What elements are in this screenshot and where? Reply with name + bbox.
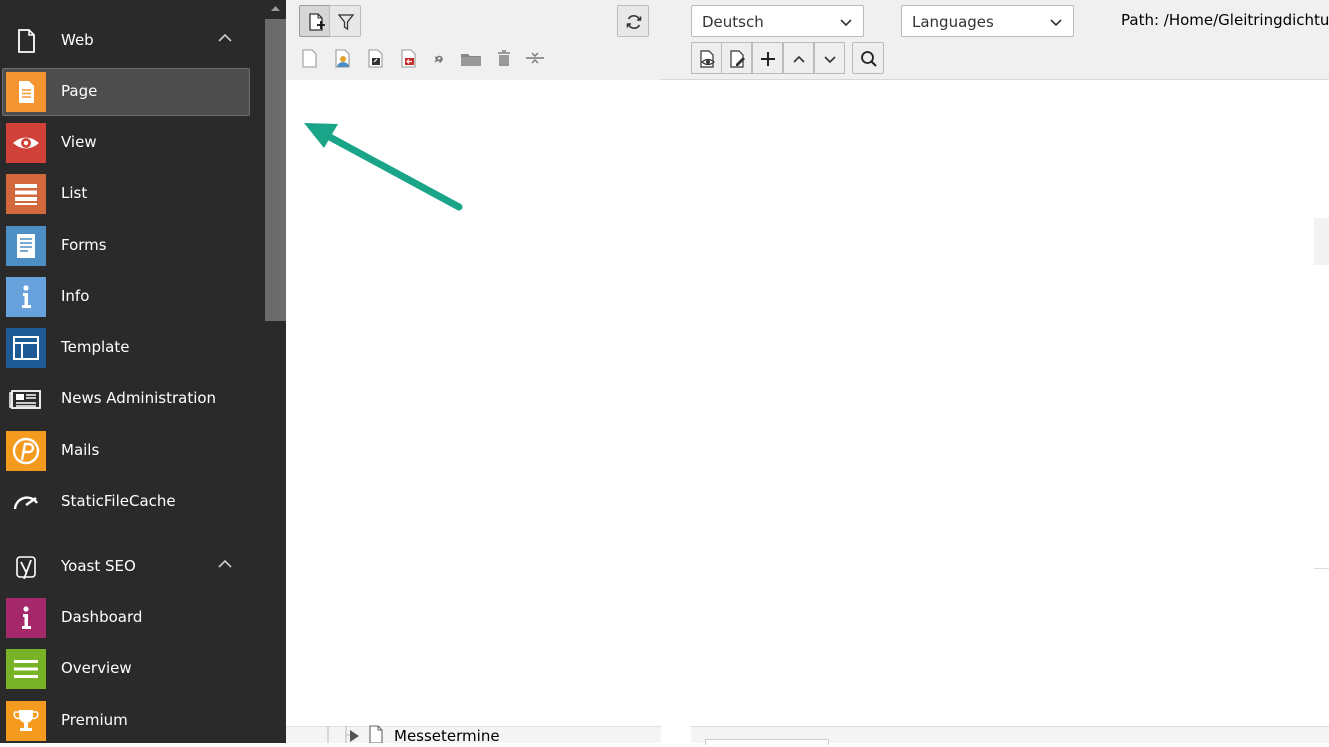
annotation-arrow-icon — [304, 123, 463, 211]
doktype-page-icon[interactable] — [298, 46, 320, 70]
doktype-folder-icon[interactable] — [460, 46, 482, 70]
content-footer — [691, 726, 1329, 745]
module-view[interactable]: View — [0, 118, 265, 167]
form-icon — [6, 226, 46, 266]
page-module-icon — [6, 72, 46, 112]
add-content-button[interactable] — [752, 42, 783, 74]
new-page-button[interactable] — [299, 5, 331, 37]
language-select[interactable]: Deutsch — [691, 5, 864, 37]
module-label: Overview — [61, 659, 132, 677]
speedometer-icon — [6, 482, 46, 522]
module-list[interactable]: List — [0, 169, 265, 218]
doktype-backend-user-icon[interactable] — [331, 46, 353, 70]
tree-node[interactable]: Messetermine — [316, 725, 656, 745]
doktype-shortcut-icon[interactable] — [364, 46, 386, 70]
chevron-down-icon — [839, 14, 853, 28]
refresh-icon — [626, 15, 642, 29]
module-dashboard[interactable]: Dashboard — [0, 593, 265, 642]
search-button[interactable] — [852, 42, 884, 74]
edit-page-icon — [730, 50, 745, 68]
chevron-down-icon — [1049, 14, 1063, 28]
info-icon — [6, 277, 46, 317]
chevron-down-icon — [824, 56, 836, 64]
view-webpage-button[interactable] — [691, 42, 722, 74]
module-label: Forms — [61, 236, 107, 254]
module-staticfilecache[interactable]: StaticFileCache — [0, 477, 265, 526]
view-page-icon — [700, 50, 715, 68]
module-label: Info — [61, 287, 90, 305]
doktype-link-icon[interactable] — [428, 46, 450, 70]
move-down-button[interactable] — [814, 42, 845, 74]
tree-node-label: Messetermine — [394, 727, 500, 745]
filter-button[interactable] — [329, 5, 361, 37]
tree-expand-icon[interactable] — [348, 728, 360, 742]
footer-tab[interactable] — [705, 739, 829, 745]
new-page-icon — [309, 13, 325, 31]
newspaper-icon — [6, 379, 46, 419]
module-label: News Administration — [61, 389, 217, 407]
move-up-button[interactable] — [783, 42, 814, 74]
module-label: StaticFileCache — [61, 492, 176, 510]
languages-select-value: Languages — [912, 13, 994, 31]
trophy-icon — [6, 701, 46, 741]
content-area: Deutsch Languages Path: /Home/Gleitringd… — [617, 0, 1329, 745]
module-template[interactable]: Template — [0, 323, 265, 372]
module-news-administration[interactable]: News Administration — [0, 374, 265, 423]
eye-icon — [6, 123, 46, 163]
module-overview[interactable]: Overview — [0, 644, 265, 693]
template-icon — [6, 328, 46, 368]
module-info[interactable]: Info — [0, 272, 265, 321]
chevron-up-icon[interactable] — [216, 29, 234, 47]
page-icon — [368, 725, 384, 744]
scroll-up-arrow-icon[interactable] — [265, 0, 286, 18]
chevron-up-icon[interactable] — [216, 555, 234, 573]
module-menu: Web Page View List Forms Info Template N… — [0, 0, 265, 743]
yoast-icon — [8, 552, 44, 582]
module-premium[interactable]: Premium — [0, 696, 265, 745]
page-path: Path: /Home/Gleitringdichtu — [1121, 11, 1329, 29]
module-mails[interactable]: Mails — [0, 426, 265, 475]
list-icon — [6, 649, 46, 689]
mail-icon — [6, 431, 46, 471]
docheader: Deutsch Languages Path: /Home/Gleitringd… — [617, 0, 1329, 80]
filter-icon — [337, 14, 355, 31]
chevron-up-icon — [793, 55, 805, 63]
language-select-value: Deutsch — [702, 13, 764, 31]
module-forms[interactable]: Forms — [0, 221, 265, 270]
plus-icon — [761, 52, 775, 66]
refresh-button[interactable] — [617, 5, 649, 37]
doktype-mountpoint-icon[interactable] — [397, 46, 419, 70]
module-label: Mails — [61, 441, 100, 459]
module-label: Page — [61, 82, 98, 100]
divider — [1314, 568, 1329, 569]
module-label: Template — [61, 338, 130, 356]
search-icon — [861, 51, 877, 67]
edit-page-button[interactable] — [721, 42, 752, 74]
page-icon — [8, 26, 44, 56]
doktype-recycler-icon[interactable] — [493, 46, 515, 70]
doktype-spacer-icon[interactable] — [524, 46, 546, 70]
languages-select[interactable]: Languages — [901, 5, 1074, 37]
module-label: List — [61, 184, 88, 202]
page-tree-toolbar — [286, 0, 661, 80]
info-icon — [6, 598, 46, 638]
content-scrollbar[interactable] — [1314, 218, 1329, 265]
module-page[interactable]: Page — [0, 67, 265, 116]
module-group-yoast[interactable]: Yoast SEO — [0, 545, 265, 589]
list-icon — [6, 174, 46, 214]
module-label: Premium — [61, 711, 128, 729]
module-group-label: Yoast SEO — [61, 557, 136, 575]
module-group-label: Web — [61, 31, 94, 49]
module-label: Dashboard — [61, 608, 143, 626]
sidebar-scrollbar-thumb[interactable] — [265, 19, 286, 321]
module-group-web[interactable]: Web — [0, 19, 265, 63]
module-label: View — [61, 133, 97, 151]
